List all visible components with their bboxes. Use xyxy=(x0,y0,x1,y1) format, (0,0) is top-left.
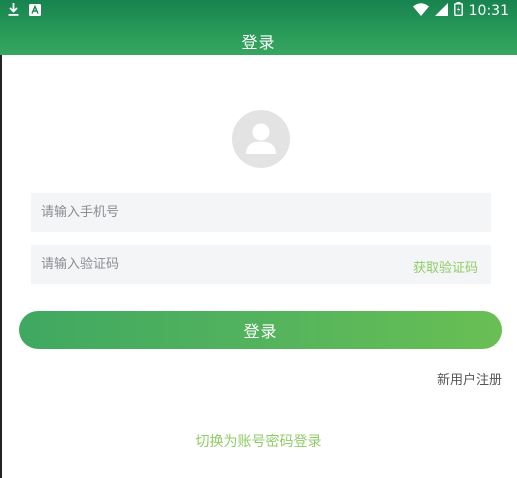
verification-code-input[interactable] xyxy=(41,245,401,284)
login-button[interactable]: 登录 xyxy=(19,311,502,349)
download-icon xyxy=(8,3,19,20)
switch-to-password-login-link[interactable]: 切换为账号密码登录 xyxy=(0,431,517,451)
wifi-icon xyxy=(412,2,429,20)
window-left-edge xyxy=(0,0,2,478)
app-header: 10:31 登录 xyxy=(0,0,517,55)
status-bar: 10:31 xyxy=(0,0,517,22)
phone-input[interactable] xyxy=(41,193,401,232)
signal-icon xyxy=(434,2,448,20)
battery-icon xyxy=(453,2,463,20)
avatar-icon xyxy=(232,110,290,168)
register-link[interactable]: 新用户注册 xyxy=(437,369,502,388)
notification-a-icon xyxy=(29,3,41,20)
phone-field xyxy=(31,193,491,232)
get-code-button[interactable]: 获取验证码 xyxy=(413,257,478,276)
status-bar-left xyxy=(8,3,41,20)
page-title: 登录 xyxy=(241,33,276,52)
status-time: 10:31 xyxy=(468,3,509,19)
status-bar-right: 10:31 xyxy=(412,2,509,20)
code-field: 获取验证码 xyxy=(31,245,491,284)
